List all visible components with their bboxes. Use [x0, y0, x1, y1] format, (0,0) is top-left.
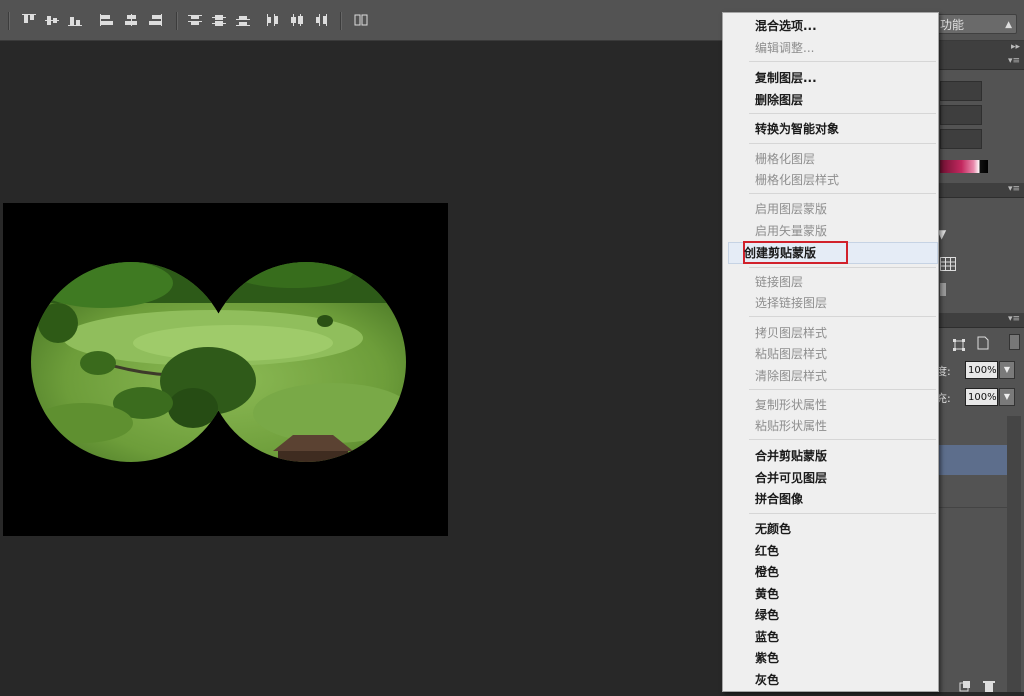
color-field[interactable]: [940, 129, 982, 149]
distribute-vertical-centers-icon[interactable]: [212, 14, 226, 26]
menu-item-color-blue[interactable]: 蓝色: [755, 628, 779, 646]
menu-item-color-orange[interactable]: 橙色: [755, 563, 779, 581]
opacity-dropdown-icon[interactable]: ▼︎: [999, 361, 1015, 379]
adjustments-panel-header[interactable]: ▾≡: [935, 183, 1024, 198]
double-chevron-icon: ▸▸: [1010, 42, 1020, 52]
selected-layer-row[interactable]: [935, 445, 1007, 475]
menu-separator: [749, 143, 936, 144]
lock-toggle[interactable]: [1009, 334, 1020, 350]
color-ramp[interactable]: [940, 160, 988, 173]
distribute-bottom-icon[interactable]: [236, 14, 250, 26]
toolbar-separator: [340, 12, 342, 30]
chevron-updown-icon: ▲︎: [1005, 20, 1012, 30]
menu-item-color-gray[interactable]: 灰色: [755, 671, 779, 689]
color-field[interactable]: [940, 81, 982, 101]
layer-row[interactable]: [935, 475, 1007, 508]
align-horizontal-centers-icon[interactable]: [124, 14, 138, 26]
menu-separator: [749, 113, 936, 114]
auto-align-layers-icon[interactable]: [354, 14, 368, 26]
menu-item-merge-visible[interactable]: 合并可见图层: [755, 469, 827, 487]
align-top-edges-icon[interactable]: [22, 14, 36, 26]
distribute-right-icon[interactable]: [314, 14, 328, 26]
workspace-label: 功能: [940, 18, 965, 32]
distribute-left-icon[interactable]: [266, 14, 280, 26]
align-vertical-centers-icon[interactable]: [45, 14, 59, 26]
distribute-horizontal-centers-icon[interactable]: [290, 14, 304, 26]
fill-dropdown-icon[interactable]: ▼︎: [999, 388, 1015, 406]
menu-item-color-red[interactable]: 红色: [755, 542, 779, 560]
menu-item-color-green[interactable]: 绿色: [755, 606, 779, 624]
menu-item-flatten-image[interactable]: 拼合图像: [755, 490, 803, 508]
toolbar-separator: [8, 12, 10, 30]
panel-collapse-bar[interactable]: ▸▸: [935, 41, 1024, 56]
menu-item-enable-vector-mask: 启用矢量蒙版: [755, 224, 828, 238]
menu-item-copy-layer-style: 拷贝图层样式: [755, 326, 828, 340]
menu-item-color-yellow[interactable]: 黄色: [755, 585, 779, 603]
menu-item-edit-adjustment: 编辑调整...: [755, 41, 815, 55]
document-canvas[interactable]: [3, 203, 448, 536]
grid-icon[interactable]: [940, 256, 956, 275]
slider-icon[interactable]: [940, 283, 946, 296]
menu-item-enable-layer-mask: 启用图层蒙版: [755, 202, 828, 216]
menu-item-blending-options[interactable]: 混合选项...: [755, 17, 817, 35]
layers-scrollbar[interactable]: [1007, 416, 1021, 692]
menu-item-paste-shape-attributes: 粘贴形状属性: [755, 419, 828, 433]
menu-item-convert-smart-object[interactable]: 转换为智能对象: [755, 120, 839, 138]
panel-menu-icon[interactable]: ▾≡: [1008, 56, 1020, 66]
panel-menu-icon[interactable]: ▾≡: [1008, 184, 1020, 194]
menu-item-rasterize-layer-style: 栅格化图层样式: [755, 173, 840, 187]
color-panel-header[interactable]: ▾≡: [935, 55, 1024, 70]
opacity-input[interactable]: 100%: [965, 361, 998, 379]
right-panel-dock: ▸▸ ▾≡ ▾≡ ▼ ▾≡ 度: 100% ▼︎ 充: 100% ▼︎: [935, 41, 1024, 692]
menu-item-color-violet[interactable]: 紫色: [755, 649, 779, 667]
align-bottom-edges-icon[interactable]: [68, 14, 82, 26]
menu-item-duplicate-layer[interactable]: 复制图层...: [755, 69, 817, 87]
menu-item-select-linked-layers: 选择链接图层: [755, 296, 828, 310]
menu-item-create-clipping-mask[interactable]: 创建剪贴蒙版: [744, 244, 816, 262]
workspace-switcher[interactable]: 功能 ▲︎: [935, 14, 1017, 34]
menu-separator: [749, 389, 936, 390]
align-left-edges-icon[interactable]: [100, 14, 114, 26]
binocular-landscape-image: [31, 262, 406, 462]
layer-context-menu: 混合选项... 编辑调整... 复制图层... 删除图层 转换为智能对象 栅格化…: [722, 12, 939, 692]
menu-item-rasterize-layer: 栅格化图层: [755, 152, 816, 166]
distribute-top-icon[interactable]: [188, 14, 202, 26]
menu-separator: [749, 439, 936, 440]
color-field[interactable]: [940, 105, 982, 125]
align-right-edges-icon[interactable]: [148, 14, 162, 26]
layers-panel-header[interactable]: ▾≡: [935, 313, 1024, 328]
new-layer-icon[interactable]: [959, 677, 971, 696]
menu-item-copy-shape-attributes: 复制形状属性: [755, 398, 828, 412]
transform-icon[interactable]: [953, 336, 965, 355]
menu-item-delete-layer[interactable]: 删除图层: [755, 91, 803, 109]
menu-separator: [749, 61, 936, 62]
menu-item-color-none[interactable]: 无颜色: [755, 520, 791, 538]
menu-separator: [749, 267, 936, 268]
menu-item-link-layers: 链接图层: [755, 275, 804, 289]
fill-input[interactable]: 100%: [965, 388, 998, 406]
toolbar-separator: [176, 12, 178, 30]
menu-item-paste-layer-style: 粘贴图层样式: [755, 347, 828, 361]
menu-item-merge-clipping-mask[interactable]: 合并剪贴蒙版: [755, 447, 827, 465]
menu-separator: [749, 316, 936, 317]
document-icon[interactable]: [977, 335, 989, 354]
menu-separator: [749, 513, 936, 514]
menu-separator: [749, 193, 936, 194]
panel-menu-icon[interactable]: ▾≡: [1008, 314, 1020, 324]
trash-icon[interactable]: [983, 677, 995, 696]
menu-item-clear-layer-style: 清除图层样式: [755, 369, 828, 383]
